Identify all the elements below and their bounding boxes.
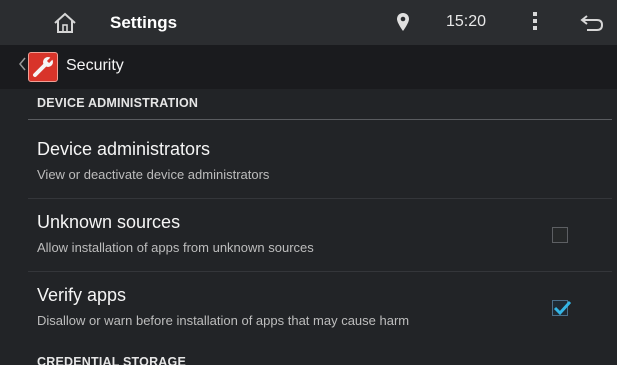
page-title: Security (66, 57, 124, 74)
list-item-title: Verify apps (37, 285, 127, 305)
clock-time: 15:20 (446, 13, 487, 30)
checkmark-icon (553, 300, 572, 316)
home-icon[interactable] (52, 11, 78, 35)
settings-screen: Settings 15:20 Security DEVICE ADMINISTR… (0, 0, 617, 365)
list-item-subtitle: View or deactivate device administrators (37, 167, 270, 182)
list-item-subtitle: Allow installation of apps from unknown … (37, 240, 314, 255)
unknown-sources-checkbox[interactable] (552, 227, 568, 243)
security-app-icon[interactable] (28, 52, 58, 82)
list-item-subtitle: Disallow or warn before installation of … (37, 313, 410, 328)
list-item-title: Device administrators (37, 139, 211, 159)
verify-apps-checkbox[interactable] (552, 300, 572, 316)
section-header-device-administration: DEVICE ADMINISTRATION (37, 96, 199, 110)
status-bar: Settings 15:20 (0, 0, 617, 45)
settings-list: DEVICE ADMINISTRATION Device administrat… (0, 89, 617, 365)
row-divider (28, 198, 612, 199)
status-bar-title: Settings (110, 13, 178, 32)
list-item-title: Unknown sources (37, 212, 181, 232)
action-bar: Security (0, 45, 617, 89)
section-header-credential-storage: CREDENTIAL STORAGE (37, 355, 186, 365)
section-divider (28, 119, 612, 120)
row-divider (28, 271, 612, 272)
overflow-menu-icon[interactable] (532, 12, 538, 32)
location-pin-icon (397, 13, 409, 31)
list-item-device-administrators[interactable]: Device administrators View or deactivate… (0, 127, 617, 199)
list-item-verify-apps[interactable]: Verify apps Disallow or warn before inst… (0, 273, 617, 345)
up-chevron-icon[interactable] (18, 57, 26, 71)
back-icon[interactable] (579, 11, 605, 33)
list-item-unknown-sources[interactable]: Unknown sources Allow installation of ap… (0, 200, 617, 272)
